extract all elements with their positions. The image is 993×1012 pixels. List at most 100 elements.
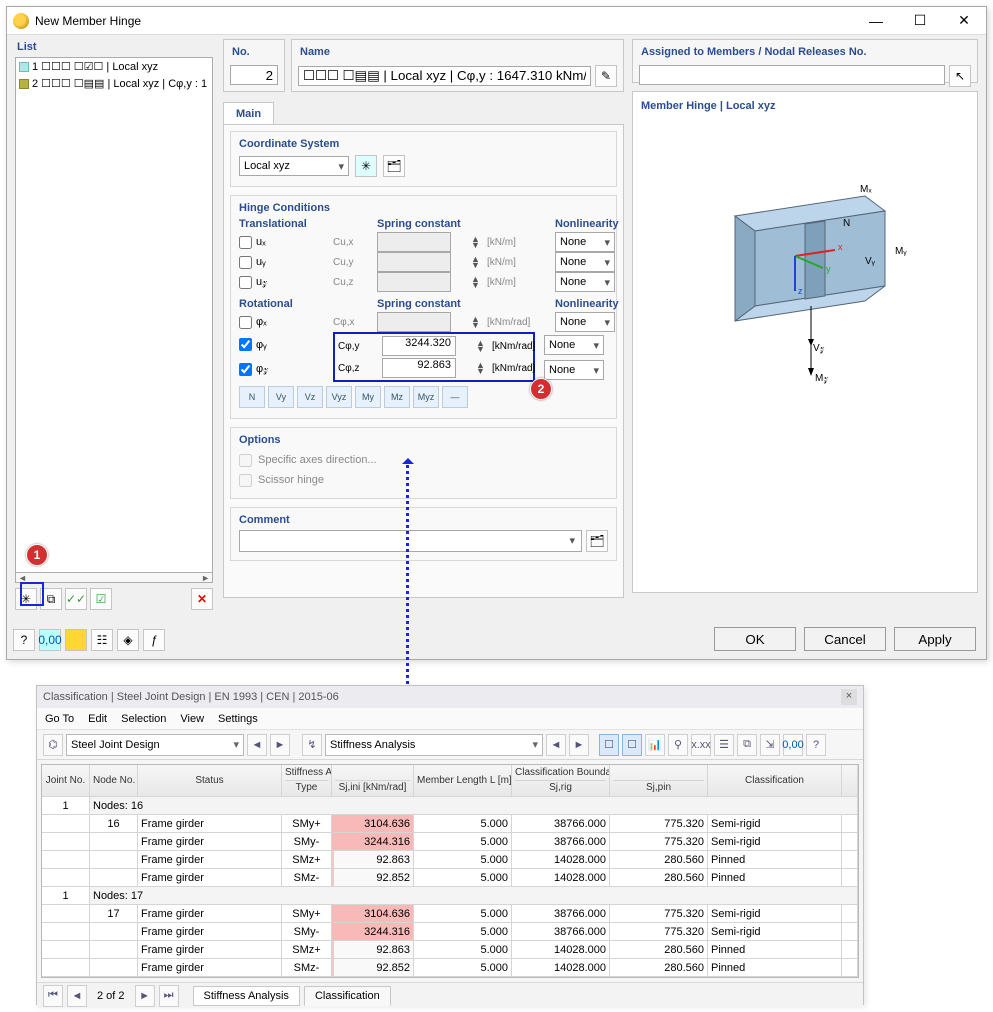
table-row[interactable]: Frame girder SMz- 92.852 5.000 14028.000… [42,869,858,887]
menu-edit[interactable]: Edit [88,713,107,725]
coord-system-select[interactable]: Local xyz [239,156,349,176]
hinge-list[interactable]: 1 ☐☐☐ ☐☑☐ | Local xyz 2 ☐☐☐ ☐▤▤ | Local … [15,57,213,573]
nav-next-button[interactable]: ► [135,985,155,1007]
assigned-label: Assigned to Members / Nodal Releases No. [639,44,971,62]
tool-filter-button[interactable]: ⚲ [668,734,688,756]
close-button[interactable]: ✕ [942,7,986,34]
pick-member-button[interactable]: ↖ [949,65,971,87]
tool-export-button[interactable]: ⇲ [760,734,780,756]
tree-button[interactable]: ☷ [91,629,113,651]
nav-next-analysis[interactable]: ► [569,734,589,756]
menu-goto[interactable]: Go To [45,713,74,725]
comment-field[interactable] [239,530,582,552]
minimize-button[interactable]: — [854,7,898,34]
nav-prev-design[interactable]: ◄ [247,734,267,756]
apply-button[interactable]: Apply [894,627,976,651]
nav-first-button[interactable]: ⏮ [43,985,63,1007]
ux-nonlin-select[interactable]: None [555,232,615,252]
nav-prev-button[interactable]: ◄ [67,985,87,1007]
new-item-button[interactable]: ✳ [15,588,37,610]
table-group-row[interactable]: 1 Nodes: 16 [42,797,858,815]
ux-check[interactable]: uₓ [239,236,329,249]
uy-check[interactable]: uᵧ [239,256,329,269]
tool-units-button[interactable]: 0,00 [783,734,803,756]
phix-nonlin-select[interactable]: None [555,312,615,332]
menu-selection[interactable]: Selection [121,713,166,725]
check-button[interactable]: ✓✓ [65,588,87,610]
tool-formula-button[interactable]: x.xx [691,734,711,756]
tool-note-button[interactable]: ☰ [714,734,734,756]
coord-library-button[interactable]: 🗂 [383,155,405,177]
menu-view[interactable]: View [180,713,204,725]
menu-settings[interactable]: Settings [218,713,258,725]
preset-vyvz-button[interactable]: Vyz [326,386,352,408]
results-table[interactable]: Joint No. Node No. Status Stiffness Anal… [41,764,859,978]
toggle-b-button[interactable]: ☐ [622,734,642,756]
units-button[interactable]: 0,00 [39,629,61,651]
preset-mz-button[interactable]: Mz [384,386,410,408]
preset-vz-button[interactable]: Vz [297,386,323,408]
preset-my-button[interactable]: My [355,386,381,408]
maximize-button[interactable]: ☐ [898,7,942,34]
table-row[interactable]: Frame girder SMz+ 92.863 5.000 14028.000… [42,941,858,959]
results-close-button[interactable]: × [841,689,857,705]
no-field[interactable] [230,65,278,85]
ok-button[interactable]: OK [714,627,796,651]
phiy-nonlin-select[interactable]: None [544,335,604,355]
nav-last-button[interactable]: ⏭ [159,985,179,1007]
phiz-nonlin-select[interactable]: None [544,360,604,380]
cancel-button[interactable]: Cancel [804,627,886,651]
comment-library-button[interactable]: 🗂 [586,530,608,552]
nav-next-design[interactable]: ► [270,734,290,756]
preset-vy-button[interactable]: Vy [268,386,294,408]
uy-nonlin-select[interactable]: None [555,252,615,272]
uz-check[interactable]: u𝓏 [239,276,329,289]
beam-diagram: x y z Mₓ Mᵧ M𝓏 V𝓏 Vᵧ N [695,156,915,386]
list-item[interactable]: 1 ☐☐☐ ☐☑☐ | Local xyz [16,58,212,75]
render-button[interactable]: ◈ [117,629,139,651]
tab-stiffness-analysis[interactable]: Stiffness Analysis [193,986,300,1006]
tab-classification[interactable]: Classification [304,986,391,1006]
table-row[interactable]: 17 Frame girder SMy+ 3104.636 5.000 3876… [42,905,858,923]
preset-myz-button[interactable]: Myz [413,386,439,408]
phiz-value[interactable]: 92.863 [382,358,456,378]
checklist-button[interactable]: ☑ [90,588,112,610]
phix-check[interactable]: φₓ [239,316,329,329]
copy-item-button[interactable]: ⧉ [40,588,62,610]
list-scrollbar[interactable]: ◄► [15,573,213,583]
script-button[interactable]: ƒ [143,629,165,651]
table-row[interactable]: 16 Frame girder SMy+ 3104.636 5.000 3876… [42,815,858,833]
toggle-a-button[interactable]: ☐ [599,734,619,756]
phiy-value[interactable]: 3244.320 [382,336,456,356]
coord-new-button[interactable]: ✳ [355,155,377,177]
table-group-row[interactable]: 1 Nodes: 17 [42,887,858,905]
design-select[interactable]: Steel Joint Design [66,734,244,756]
opt-scissor-check[interactable]: Scissor hinge [239,470,608,490]
opt-axes-check[interactable]: Specific axes direction... [239,450,608,470]
phiy-check[interactable]: φᵧ [239,338,329,351]
preset-clear-button[interactable]: — [442,386,468,408]
name-field[interactable] [298,66,591,86]
svg-text:y: y [826,264,831,274]
edit-name-button[interactable]: ✎ [595,65,617,87]
table-row[interactable]: Frame girder SMz+ 92.863 5.000 14028.000… [42,851,858,869]
tool-copy-button[interactable]: ⧉ [737,734,757,756]
tool-help-button[interactable]: ? [806,734,826,756]
nav-prev-analysis[interactable]: ◄ [546,734,566,756]
uz-nonlin-select[interactable]: None [555,272,615,292]
no-box: No. [223,39,285,92]
table-row[interactable]: Frame girder SMy- 3244.316 5.000 38766.0… [42,923,858,941]
callout-1: 1 [26,544,48,566]
table-row[interactable]: Frame girder SMz- 92.852 5.000 14028.000… [42,959,858,977]
analysis-select[interactable]: Stiffness Analysis [325,734,543,756]
delete-item-button[interactable]: ✕ [191,588,213,610]
phiz-check[interactable]: φ𝓏 [239,363,329,376]
tab-main[interactable]: Main [223,102,274,124]
help-button[interactable]: ? [13,629,35,651]
table-row[interactable]: Frame girder SMy- 3244.316 5.000 38766.0… [42,833,858,851]
preset-n-button[interactable]: N [239,386,265,408]
color-button[interactable] [65,629,87,651]
tool-chart-button[interactable]: 📊 [645,734,665,756]
assigned-field[interactable] [639,65,945,85]
list-item[interactable]: 2 ☐☐☐ ☐▤▤ | Local xyz | Cφ,y : 1 [16,75,212,92]
